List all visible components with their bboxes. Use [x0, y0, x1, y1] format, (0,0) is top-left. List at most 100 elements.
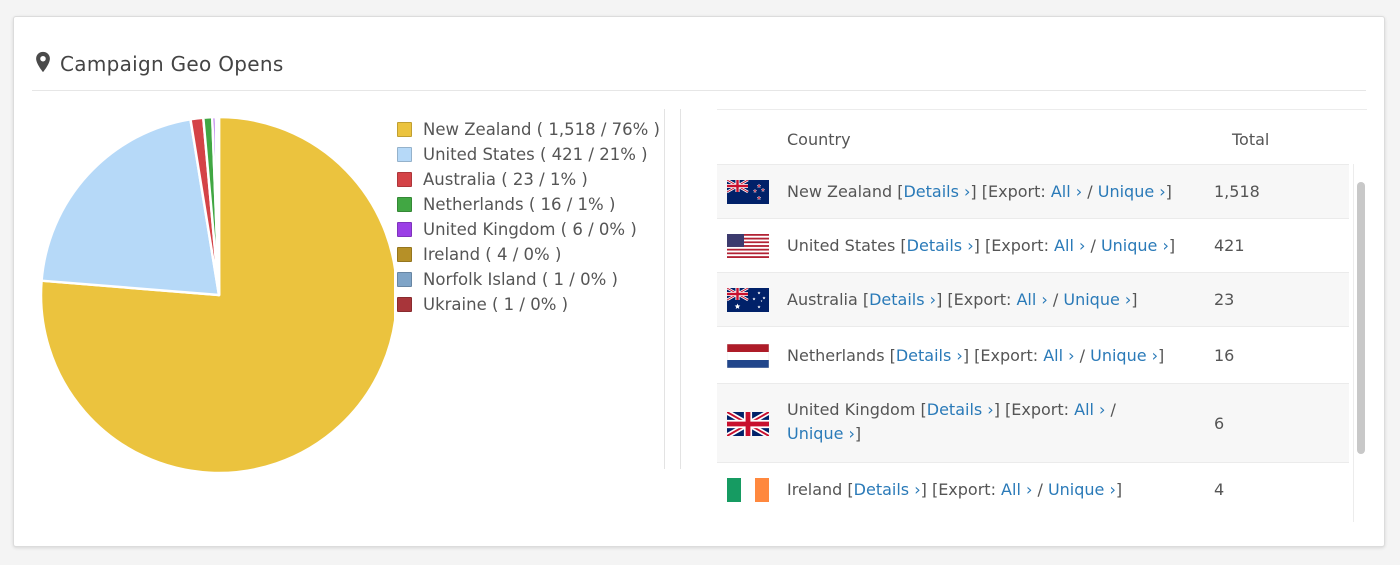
card-header: Campaign Geo Opens	[32, 45, 1366, 91]
export-label: ] [Export:	[920, 480, 1002, 499]
slash-text: /	[1105, 400, 1116, 419]
legend-item-ireland[interactable]: Ireland ( 4 / 0% )	[397, 242, 660, 267]
table-row: United States [Details ›] [Export: All ›…	[717, 218, 1349, 272]
legend-item-ukraine[interactable]: Ukraine ( 1 / 0% )	[397, 292, 660, 317]
united-states-flag-icon	[727, 234, 769, 259]
country-table: Country Total New Zealand [Details ›] [E…	[717, 109, 1369, 523]
details-link[interactable]: Details ›	[903, 182, 970, 201]
table-scrollbar[interactable]	[1353, 164, 1367, 522]
chart-legend: New Zealand ( 1,518 / 76% ) United States…	[397, 117, 660, 317]
legend-label: Netherlands ( 16 / 1% )	[423, 195, 616, 214]
total-cell: 16	[1214, 345, 1235, 365]
legend-item-netherlands[interactable]: Netherlands ( 16 / 1% )	[397, 192, 660, 217]
export-all-link[interactable]: All ›	[1074, 400, 1105, 419]
legend-swatch	[397, 172, 412, 187]
export-all-link[interactable]: All ›	[1001, 480, 1032, 499]
country-name: United States	[787, 236, 896, 255]
export-unique-link[interactable]: Unique ›	[787, 424, 855, 443]
australia-flag-icon	[726, 286, 769, 312]
country-cell: Netherlands [Details ›] [Export: All › /…	[787, 344, 1164, 368]
total-cell: 421	[1214, 236, 1245, 255]
legend-swatch	[397, 147, 412, 162]
bracket-text: [	[884, 345, 896, 365]
bracket-text: ]	[1158, 345, 1165, 365]
export-unique-link[interactable]: Unique ›	[1090, 346, 1158, 365]
total-cell: 1,518	[1214, 182, 1260, 201]
bracket-text: ]	[1115, 480, 1123, 499]
table-row: Netherlands [Details ›] [Export: All › /…	[717, 326, 1349, 383]
map-pin-icon	[36, 51, 50, 73]
export-all-link[interactable]: All ›	[1043, 346, 1074, 365]
total-cell: 6	[1214, 413, 1225, 433]
pie-chart	[39, 115, 394, 475]
slash-text: /	[1032, 480, 1048, 499]
legend-label: New Zealand ( 1,518 / 76% )	[423, 120, 660, 139]
pie-slice-united-states[interactable]	[40, 118, 221, 297]
campaign-geo-opens-card: Campaign Geo Opens New Zealand ( 1,518 /…	[13, 16, 1385, 547]
legend-swatch	[397, 272, 412, 287]
column-header-total: Total	[1232, 130, 1270, 149]
bracket-text: [	[895, 236, 907, 255]
country-cell: New Zealand [Details ›] [Export: All › /…	[787, 180, 1172, 204]
details-link[interactable]: Details ›	[907, 236, 974, 255]
legend-swatch	[397, 122, 412, 137]
country-name: Ireland	[787, 480, 843, 499]
slash-text: /	[1082, 182, 1098, 201]
country-cell: United Kingdom [Details ›] [Export: All …	[787, 398, 1167, 446]
legend-item-australia[interactable]: Australia ( 23 / 1% )	[397, 167, 660, 192]
export-all-link[interactable]: All ›	[1051, 182, 1082, 201]
legend-swatch	[397, 247, 412, 262]
scrollbar-thumb[interactable]	[1357, 182, 1365, 454]
details-link[interactable]: Details ›	[869, 290, 936, 309]
export-label: ] [Export:	[993, 400, 1075, 419]
legend-label: Norfolk Island ( 1 / 0% )	[423, 270, 618, 289]
details-link[interactable]: Details ›	[854, 480, 921, 499]
slash-text: /	[1047, 290, 1064, 309]
details-link[interactable]: Details ›	[896, 346, 963, 365]
country-name: Australia	[787, 290, 858, 309]
slash-text: /	[1085, 236, 1101, 255]
country-name: Netherlands	[787, 345, 885, 365]
legend-label: Ukraine ( 1 / 0% )	[423, 295, 569, 314]
export-unique-link[interactable]: Unique ›	[1098, 182, 1166, 201]
legend-label: Ireland ( 4 / 0% )	[423, 245, 562, 264]
export-unique-link[interactable]: Unique ›	[1101, 236, 1169, 255]
export-label: ] [Export:	[962, 345, 1044, 365]
new-zealand-flag-icon	[726, 178, 769, 204]
export-all-link[interactable]: All ›	[1054, 236, 1085, 255]
country-cell: United States [Details ›] [Export: All ›…	[787, 234, 1175, 258]
bracket-text: [	[892, 182, 904, 201]
bracket-text: ]	[1168, 236, 1176, 255]
legend-swatch	[397, 197, 412, 212]
table-row: New Zealand [Details ›] [Export: All › /…	[717, 164, 1349, 218]
export-unique-link[interactable]: Unique ›	[1063, 290, 1131, 309]
table-row: United Kingdom [Details ›] [Export: All …	[717, 383, 1349, 462]
export-label: ] [Export:	[936, 290, 1017, 309]
legend-label: United Kingdom ( 6 / 0% )	[423, 220, 637, 239]
export-unique-link[interactable]: Unique ›	[1048, 480, 1116, 499]
legend-swatch	[397, 297, 412, 312]
export-all-link[interactable]: All ›	[1016, 290, 1047, 309]
legend-item-united-states[interactable]: United States ( 421 / 21% )	[397, 142, 660, 167]
country-name: New Zealand	[787, 182, 893, 201]
export-label: ] [Export:	[970, 182, 1051, 201]
export-label: ] [Export:	[973, 236, 1055, 255]
bracket-text: [	[915, 400, 927, 419]
table-header: Country Total	[717, 109, 1367, 164]
table-body: New Zealand [Details ›] [Export: All › /…	[717, 164, 1349, 522]
legend-item-new-zealand[interactable]: New Zealand ( 1,518 / 76% )	[397, 117, 660, 142]
bracket-text: ]	[854, 424, 862, 443]
details-link[interactable]: Details ›	[927, 400, 994, 419]
card-title: Campaign Geo Opens	[60, 52, 284, 76]
legend-item-united-kingdom[interactable]: United Kingdom ( 6 / 0% )	[397, 217, 660, 242]
column-header-country: Country	[787, 130, 851, 149]
legend-label: Australia ( 23 / 1% )	[423, 170, 588, 189]
total-cell: 4	[1214, 480, 1225, 499]
bracket-text: ]	[1131, 290, 1138, 309]
legend-item-norfolk-island[interactable]: Norfolk Island ( 1 / 0% )	[397, 267, 660, 292]
legend-label: United States ( 421 / 21% )	[423, 145, 648, 164]
pie-slice-ukraine[interactable]	[217, 115, 221, 297]
country-name: United Kingdom	[787, 400, 916, 419]
panel-divider	[664, 109, 665, 469]
country-cell: Ireland [Details ›] [Export: All › / Uni…	[787, 478, 1122, 502]
